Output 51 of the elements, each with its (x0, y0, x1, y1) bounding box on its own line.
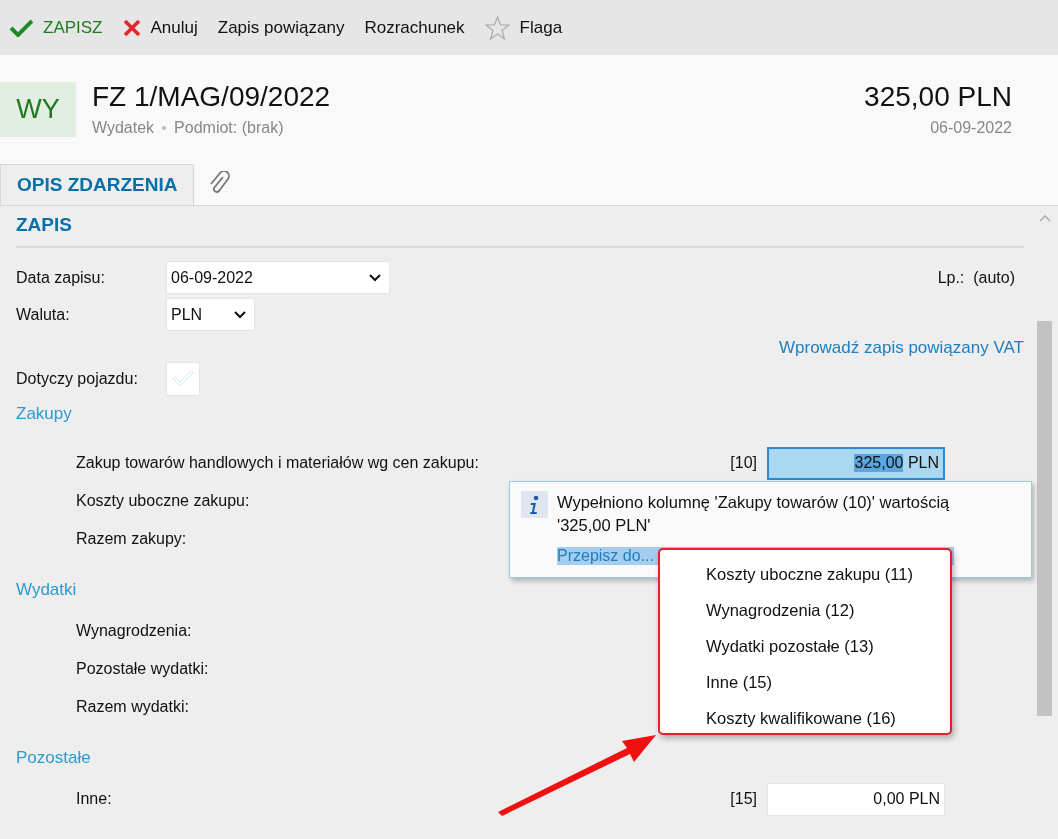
row-label: Koszty uboczne zakupu: (76, 492, 250, 510)
column-code: [15] (730, 790, 757, 808)
check-icon (10, 18, 33, 37)
amount-field[interactable]: 325,00 PLN (767, 446, 945, 480)
star-icon (484, 15, 510, 40)
menu-item[interactable]: Koszty uboczne zakupu (11) (660, 556, 950, 592)
menu-item[interactable]: Koszty kwalifikowane (16) (660, 700, 950, 736)
row-label: Zakup towarów handlowych i materiałów wg cen zakupu: (76, 454, 479, 472)
amount-field[interactable]: 0,00 PLN (767, 782, 945, 816)
dropdown[interactable]: 06-09-2022 (166, 261, 390, 294)
row-label: Razem wydatki: (76, 698, 189, 716)
toolbar-button[interactable]: Anuluj (122, 17, 198, 38)
group-title: Wydatki (16, 580, 77, 600)
column-code: [10] (730, 454, 757, 472)
row-label: Pozostałe wydatki: (76, 660, 209, 678)
row-label: Razem zakupy: (76, 530, 187, 548)
checkbox-label: Dotyczy pojazdu: (16, 370, 139, 388)
toolbar-button[interactable]: Rozrachunek (364, 17, 465, 38)
info-message: Wypełniono kolumnę 'Zakupy towarów (10)' wartością '325,00 PLN' (557, 492, 951, 536)
group-title: Pozostałe (16, 748, 91, 768)
subtitle-text: Wydatek (92, 119, 155, 137)
scroll-up-icon[interactable] (1039, 214, 1051, 222)
toolbar-button[interactable]: Flaga (484, 15, 563, 40)
row-label: Wynagrodzenia: (76, 622, 192, 640)
chevron-down-icon (234, 310, 246, 319)
type-badge: WY (0, 81, 76, 137)
field-label: Waluta: (16, 305, 71, 324)
checkbox[interactable] (166, 362, 200, 396)
menu-item[interactable]: Wydatki pozostałe (13) (660, 628, 950, 664)
group-title: Zakupy (16, 404, 72, 424)
toolbar-button[interactable]: Zapis powiązany (217, 17, 345, 38)
info-icon (521, 491, 548, 518)
tab[interactable]: OPIS ZDARZENIA (0, 164, 195, 205)
dropdown[interactable]: PLN (166, 298, 255, 331)
toolbar-button[interactable]: ZAPISZ (10, 17, 103, 38)
check-icon (171, 370, 195, 388)
row-label: Inne: (76, 790, 112, 808)
document-title: FZ 1/MAG/09/2022 (92, 81, 332, 113)
subtitle-text: Podmiot: (brak) (174, 119, 284, 137)
document-date: 06-09-2022 (929, 119, 1012, 137)
menu-item[interactable]: Wynagrodzenia (12) (660, 592, 950, 628)
separator-dot (162, 126, 167, 130)
close-icon (122, 18, 141, 37)
number-label: Lp.: (auto) (937, 268, 1015, 287)
scrollbar-thumb[interactable] (1037, 321, 1052, 716)
field-label: Data zapisu: (16, 268, 106, 287)
section-title: ZAPIS (16, 206, 1024, 248)
total-amount: 325,00 PLN (864, 81, 1012, 113)
chevron-down-icon (369, 273, 381, 282)
menu-item[interactable]: Inne (15) (660, 664, 950, 700)
vat-link[interactable]: Wprowadź zapis powiązany VAT (778, 338, 1024, 358)
